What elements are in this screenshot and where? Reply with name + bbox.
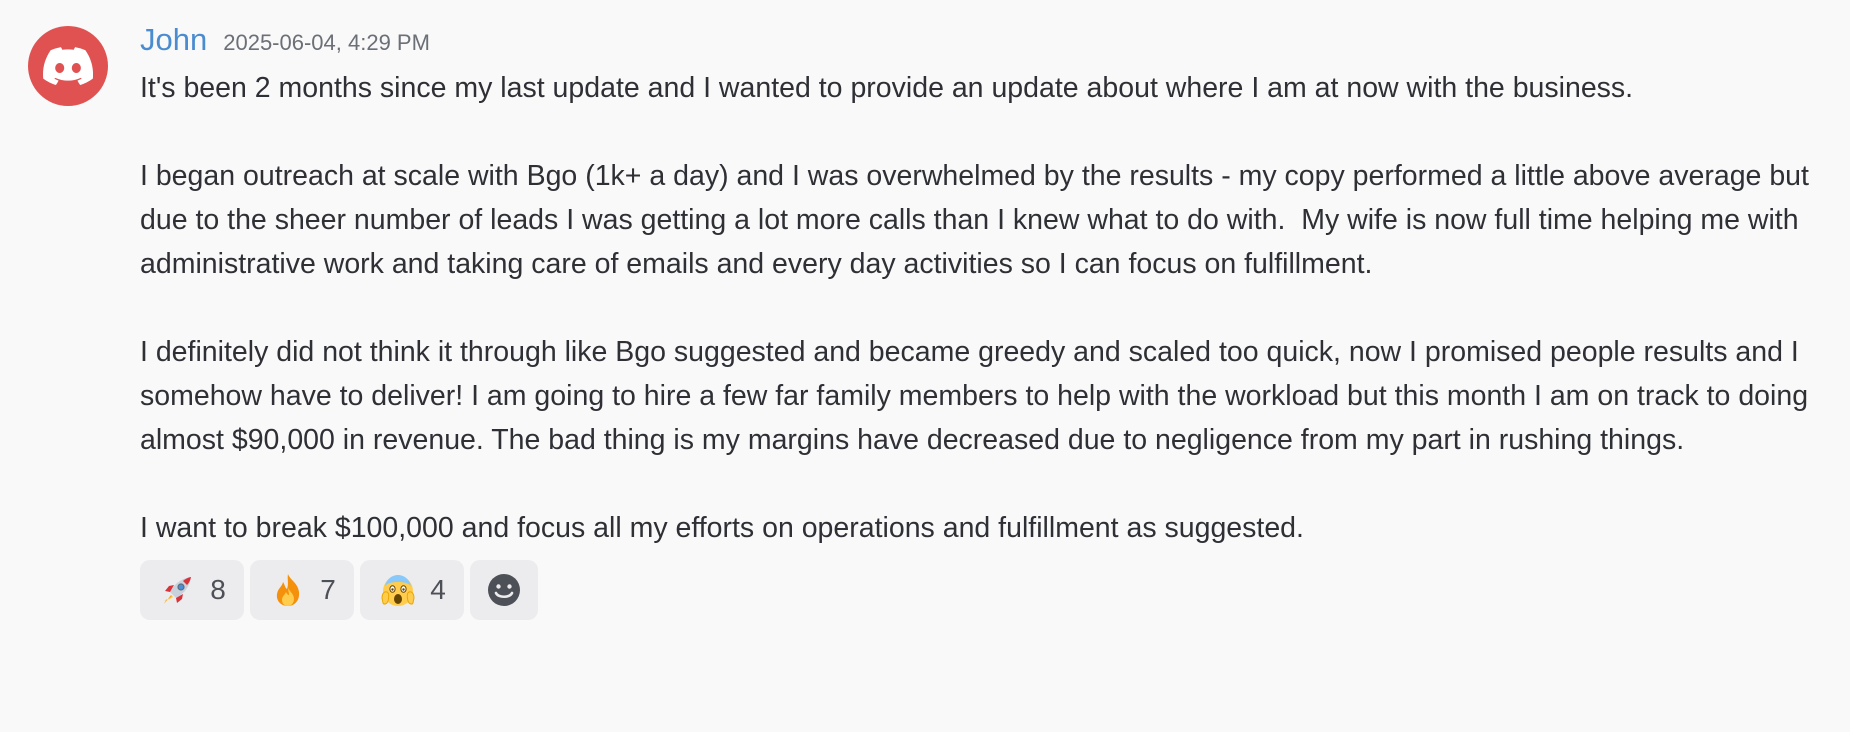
reaction-screaming[interactable]: 4: [360, 560, 464, 620]
message-paragraph: It's been 2 months since my last update …: [140, 72, 1634, 104]
username[interactable]: John: [140, 22, 207, 58]
screaming-face-emoji-icon: [378, 570, 418, 610]
discord-logo-icon: [43, 47, 93, 85]
add-reaction-button[interactable]: [470, 560, 538, 620]
reactions-bar: 8 7 4: [140, 560, 1840, 620]
reaction-count: 7: [320, 574, 336, 605]
message-paragraph: I began outreach at scale with Bgo (1k+ …: [140, 160, 1817, 280]
chat-message: John 2025-06-04, 4:29 PM It's been 2 mon…: [0, 0, 1850, 732]
message-body: It's been 2 months since my last update …: [140, 66, 1840, 550]
message-paragraph: I want to break $100,000 and focus all m…: [140, 512, 1304, 544]
reaction-count: 4: [430, 574, 446, 605]
message-paragraph: I definitely did not think it through li…: [140, 336, 1816, 456]
avatar[interactable]: [28, 26, 108, 106]
fire-emoji-icon: [268, 570, 308, 610]
rocket-emoji-icon: [158, 570, 198, 610]
message-header: John 2025-06-04, 4:29 PM: [140, 22, 1840, 66]
message-content: John 2025-06-04, 4:29 PM It's been 2 mon…: [140, 22, 1840, 620]
add-reaction-smiley-icon: [485, 571, 523, 609]
reaction-fire[interactable]: 7: [250, 560, 354, 620]
reaction-count: 8: [210, 574, 226, 605]
reaction-rocket[interactable]: 8: [140, 560, 244, 620]
timestamp[interactable]: 2025-06-04, 4:29 PM: [223, 30, 430, 56]
